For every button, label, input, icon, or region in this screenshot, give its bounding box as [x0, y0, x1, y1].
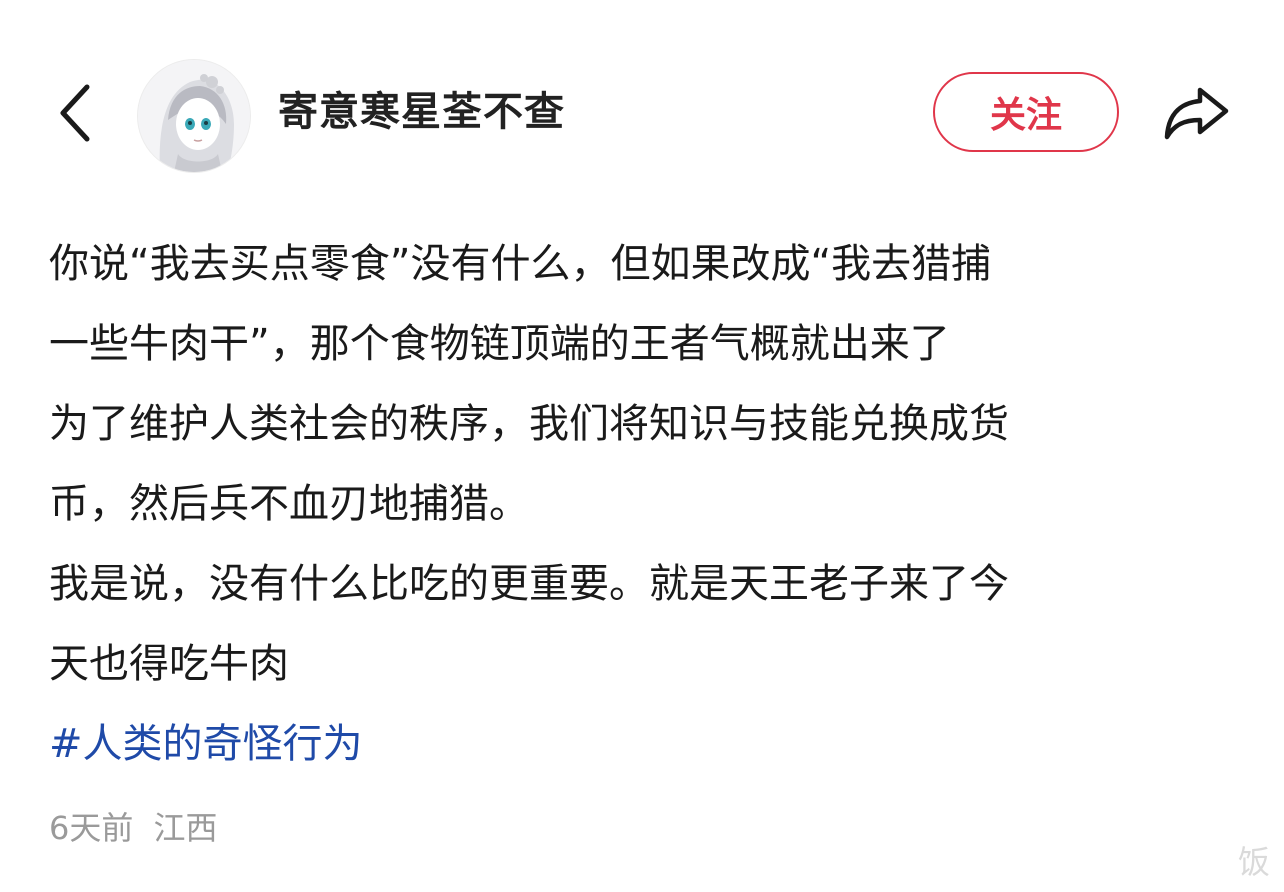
share-arrow-icon	[1164, 87, 1229, 140]
watermark: 饭	[1237, 843, 1270, 881]
post-text-line: 币，然后兵不血刃地捕猎。	[49, 481, 529, 527]
hashtag-link[interactable]: #人类的奇怪行为	[49, 704, 1239, 784]
post-meta: 6天前 江西	[49, 806, 218, 850]
post-time: 6天前	[49, 809, 134, 847]
post-text-line: 一些牛肉干”，那个食物链顶端的王者气概就出来了	[49, 321, 950, 367]
post-location: 江西	[153, 809, 218, 847]
post-text-line: 天也得吃牛肉	[49, 641, 289, 687]
back-button[interactable]	[40, 78, 110, 148]
post-text-line: 为了维护人类社会的秩序，我们将知识与技能兑换成货	[49, 401, 1009, 447]
chevron-left-icon	[60, 84, 90, 142]
follow-button[interactable]: 关注	[933, 72, 1119, 152]
post-content: 你说“我去买点零食”没有什么，但如果改成“我去猎捕 一些牛肉干”，那个食物链顶端…	[49, 224, 1239, 784]
post-text-line: 我是说，没有什么比吃的更重要。就是天王老子来了今	[49, 561, 1009, 607]
avatar[interactable]	[137, 59, 251, 173]
post-text-line: 你说“我去买点零食”没有什么，但如果改成“我去猎捕	[49, 241, 992, 287]
share-button[interactable]	[1158, 78, 1234, 148]
anime-girl-avatar-image	[138, 60, 250, 172]
username[interactable]: 寄意寒星荃不查	[278, 84, 565, 140]
post-header: 寄意寒星荃不查 关注	[0, 50, 1284, 175]
